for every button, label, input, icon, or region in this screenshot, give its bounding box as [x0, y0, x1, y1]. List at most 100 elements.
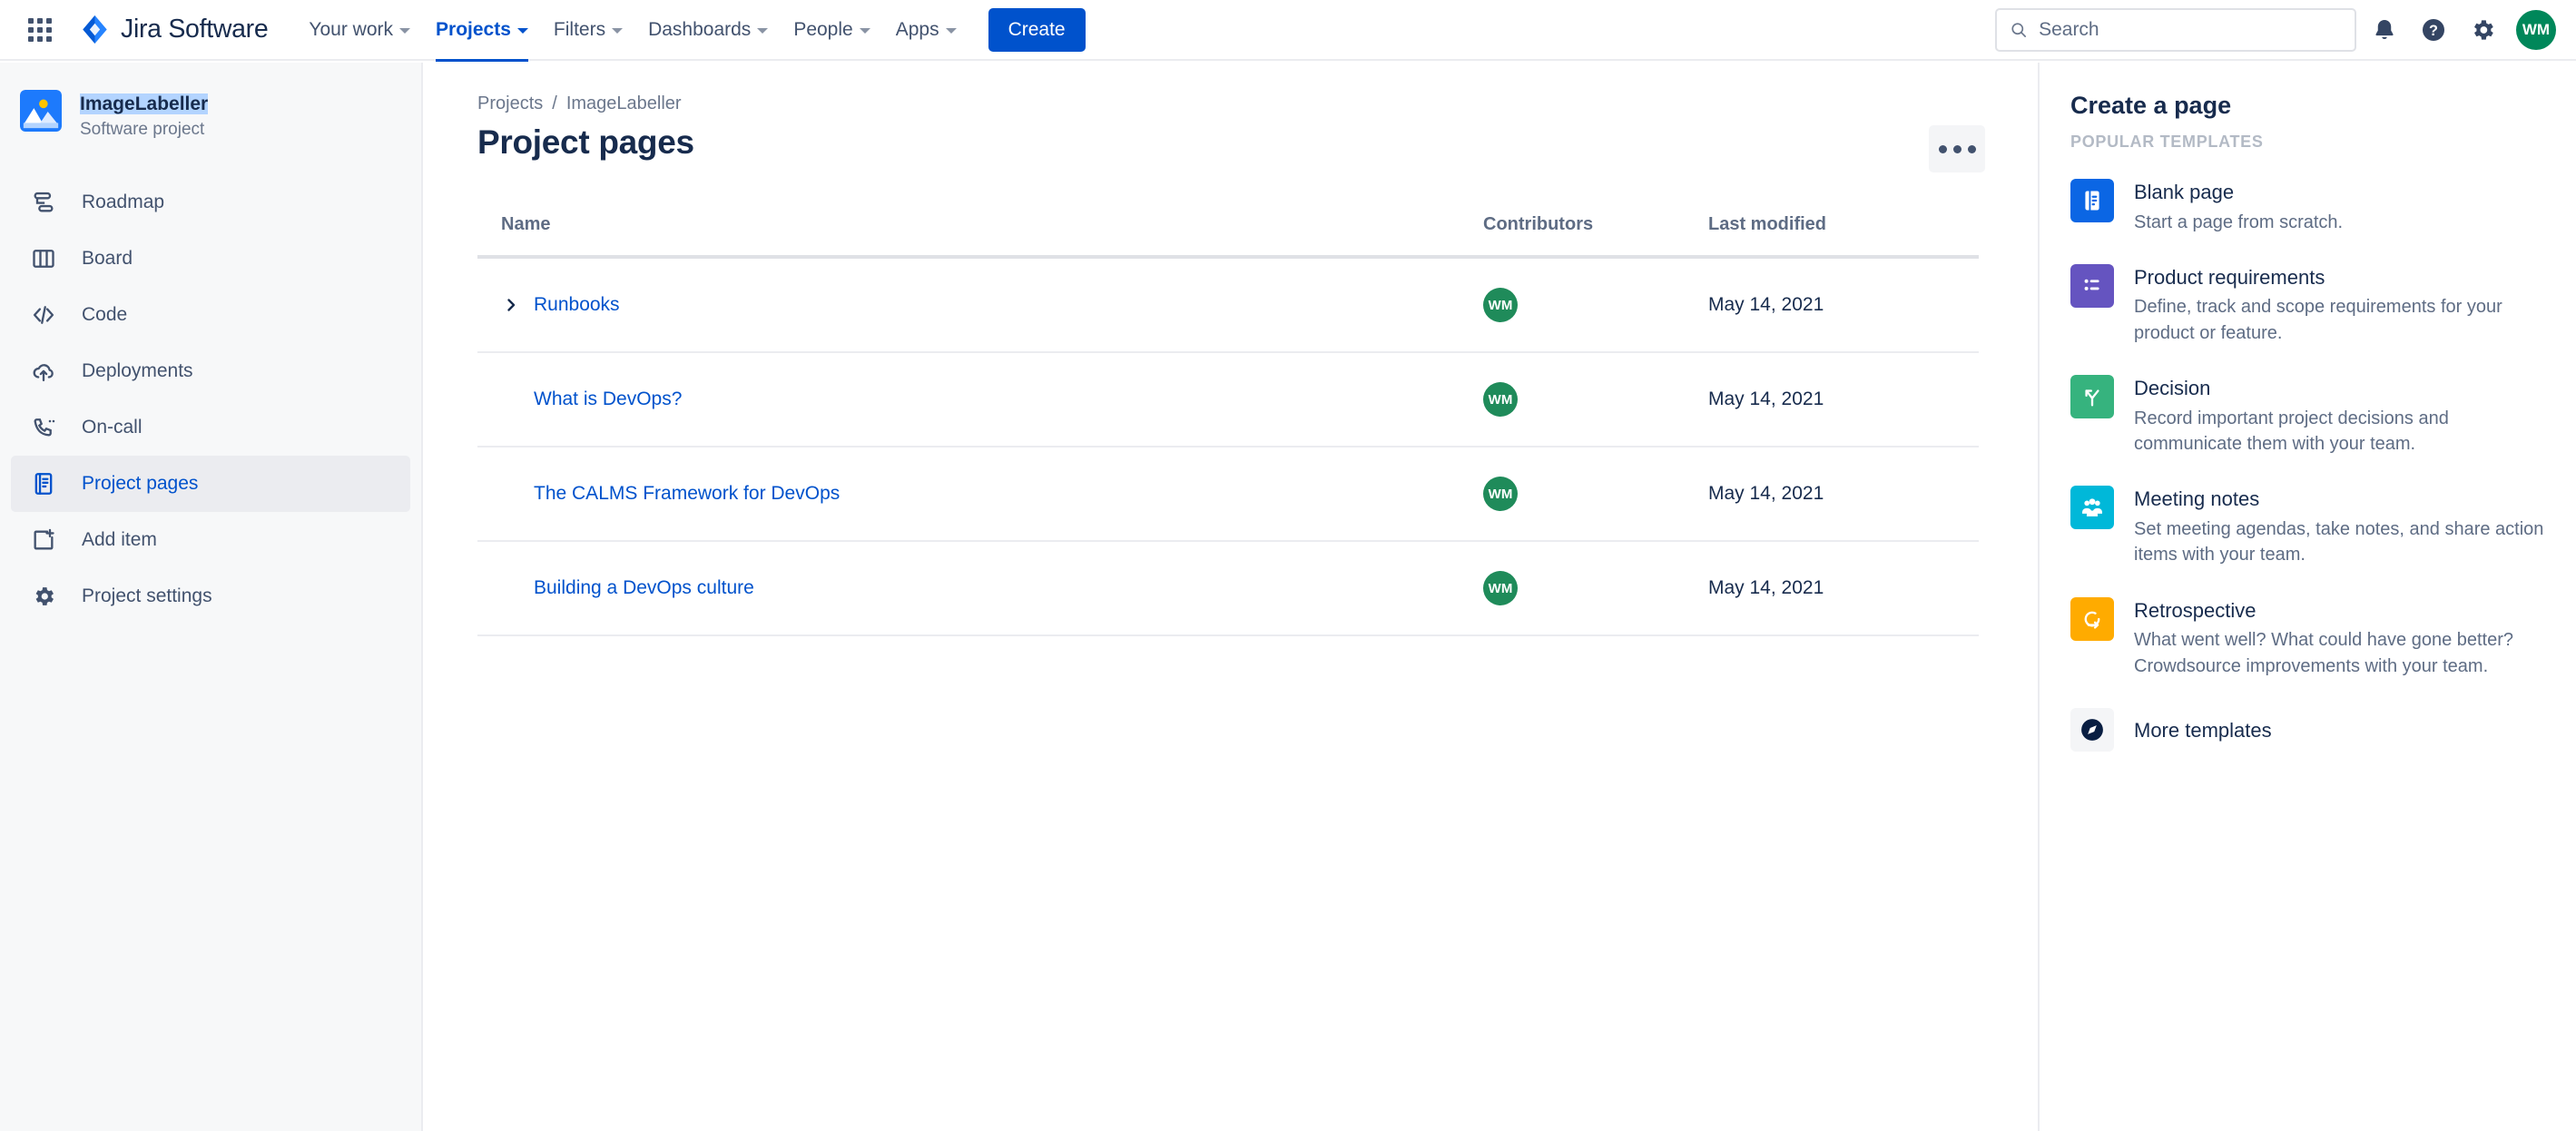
more-actions-button[interactable] [1929, 125, 1985, 172]
page-name-cell: Runbooks [501, 294, 1483, 316]
nav-projects[interactable]: Projects [424, 11, 540, 62]
contributor-avatar[interactable]: WM [1483, 571, 1518, 605]
breadcrumb-projects[interactable]: Projects [477, 93, 543, 114]
settings-button[interactable] [2462, 9, 2503, 51]
chevron-right-icon[interactable] [501, 295, 521, 315]
template-list: Blank page Start a page from scratch. Pr… [2070, 179, 2545, 752]
svg-text:?: ? [2429, 23, 2438, 39]
contributor-avatar[interactable]: WM [1483, 288, 1518, 322]
notifications-button[interactable] [2364, 9, 2405, 51]
template-name: Meeting notes [2134, 487, 2260, 511]
sidebar-item-roadmap[interactable]: Roadmap [11, 174, 410, 231]
page-link[interactable]: Building a DevOps culture [534, 577, 754, 599]
column-header-contributors[interactable]: Contributors [1483, 214, 1708, 259]
create-button[interactable]: Create [988, 7, 1086, 52]
page-link[interactable]: The CALMS Framework for DevOps [534, 483, 840, 505]
breadcrumb-separator: / [552, 93, 557, 113]
template-name: Retrospective [2134, 598, 2256, 622]
nav-your-work[interactable]: Your work [297, 11, 422, 49]
brand-title: Jira Software [121, 15, 269, 44]
nav-dashboards[interactable]: Dashboards [636, 11, 780, 49]
on-call-icon [29, 413, 58, 442]
sidebar-item-on-call-label: On-call [82, 417, 143, 438]
jira-software-home-link[interactable]: Jira Software [80, 15, 269, 44]
table-row[interactable]: What is DevOps? WM May 14, 2021 [477, 352, 1979, 447]
table-head: Name Contributors Last modified [477, 214, 1979, 259]
sidebar-item-project-settings[interactable]: Project settings [11, 568, 410, 625]
more-templates-button[interactable]: More templates [2070, 708, 2545, 752]
deployments-icon [29, 357, 58, 386]
nav-apps-label: Apps [895, 18, 939, 40]
nav-projects-label: Projects [436, 18, 511, 40]
sidebar-nav-list: Roadmap Board Code Deployments On-call P… [0, 174, 421, 625]
add-item-icon [29, 526, 58, 555]
board-icon [29, 244, 58, 273]
app-switcher-icon [28, 17, 52, 42]
last-modified-value: May 14, 2021 [1708, 352, 1979, 447]
sidebar-item-board[interactable]: Board [11, 231, 410, 287]
template-meeting-notes[interactable]: Meeting notes Set meeting agendas, take … [2070, 486, 2545, 567]
template-description: Set meeting agendas, take notes, and sha… [2134, 518, 2544, 566]
decision-icon [2070, 375, 2114, 419]
project-sidebar: ImageLabeller Software project Roadmap B… [0, 63, 423, 1131]
template-name: Blank page [2134, 181, 2235, 203]
nav-your-work-label: Your work [309, 18, 394, 40]
chevron-down-icon [516, 28, 528, 34]
chevron-down-icon [945, 28, 957, 34]
bell-icon [2375, 19, 2394, 39]
sidebar-item-on-call[interactable]: On-call [11, 399, 410, 456]
sidebar-item-code[interactable]: Code [11, 287, 410, 343]
sidebar-item-project-pages-label: Project pages [82, 473, 199, 495]
template-description: Record important project decisions and c… [2134, 408, 2449, 455]
column-header-name[interactable]: Name [477, 214, 1483, 259]
popular-templates-label: POPULAR TEMPLATES [2070, 133, 2264, 151]
contributor-avatar[interactable]: WM [1483, 477, 1518, 511]
more-dot [1967, 144, 1976, 153]
template-name: Decision [2134, 377, 2211, 400]
nav-apps[interactable]: Apps [884, 11, 968, 49]
nav-filters[interactable]: Filters [542, 11, 634, 49]
template-decision[interactable]: Decision Record important project decisi… [2070, 375, 2545, 457]
page-link[interactable]: Runbooks [534, 294, 620, 316]
compass-icon [2070, 708, 2114, 752]
gear-icon [2474, 19, 2493, 40]
search-input[interactable] [2039, 18, 2342, 41]
template-description: What went well? What could have gone bet… [2134, 630, 2514, 676]
template-blank-page[interactable]: Blank page Start a page from scratch. [2070, 179, 2545, 235]
meeting-notes-icon [2070, 486, 2114, 530]
sidebar-item-board-label: Board [82, 248, 133, 270]
app-switcher-button[interactable] [20, 10, 60, 50]
nav-filters-label: Filters [553, 18, 606, 40]
product-requirements-icon [2070, 263, 2114, 308]
chevron-down-icon [399, 28, 411, 34]
template-retrospective[interactable]: Retrospective What went well? What could… [2070, 596, 2545, 679]
project-name: ImageLabeller [80, 93, 209, 114]
user-avatar[interactable]: WM [2516, 9, 2556, 50]
column-header-last-modified[interactable]: Last modified [1708, 214, 1979, 259]
table-row[interactable]: Runbooks WM May 14, 2021 [477, 257, 1979, 353]
contributor-avatar[interactable]: WM [1483, 382, 1518, 417]
page-title-row: Project pages [477, 123, 1985, 172]
help-button[interactable]: ? [2413, 9, 2454, 51]
project-header[interactable]: ImageLabeller Software project [0, 83, 421, 140]
table-header-row: Name Contributors Last modified [477, 214, 1979, 259]
template-product-requirements[interactable]: Product requirements Define, track and s… [2070, 263, 2545, 346]
page-link[interactable]: What is DevOps? [534, 388, 682, 410]
search-box[interactable] [1995, 7, 2356, 52]
sidebar-item-deployments[interactable]: Deployments [11, 343, 410, 399]
nav-people[interactable]: People [782, 11, 881, 49]
main-content: Projects / ImageLabeller Project pages N… [425, 63, 2038, 1131]
roadmap-icon [29, 188, 58, 217]
breadcrumb-current[interactable]: ImageLabeller [566, 93, 682, 114]
chevron-down-icon [757, 28, 769, 34]
table-row[interactable]: Building a DevOps culture WM May 14, 202… [477, 541, 1979, 636]
breadcrumb: Projects / ImageLabeller [477, 93, 1985, 114]
template-description: Define, track and scope requirements for… [2134, 297, 2502, 343]
sidebar-item-project-pages[interactable]: Project pages [11, 456, 410, 513]
create-page-title: Create a page [2070, 92, 2232, 119]
sidebar-item-roadmap-label: Roadmap [82, 192, 165, 213]
sidebar-item-add-item[interactable]: Add item [11, 512, 410, 568]
template-description: Start a page from scratch. [2134, 211, 2344, 232]
table-row[interactable]: The CALMS Framework for DevOps WM May 14… [477, 447, 1979, 542]
sidebar-item-code-label: Code [82, 304, 128, 326]
